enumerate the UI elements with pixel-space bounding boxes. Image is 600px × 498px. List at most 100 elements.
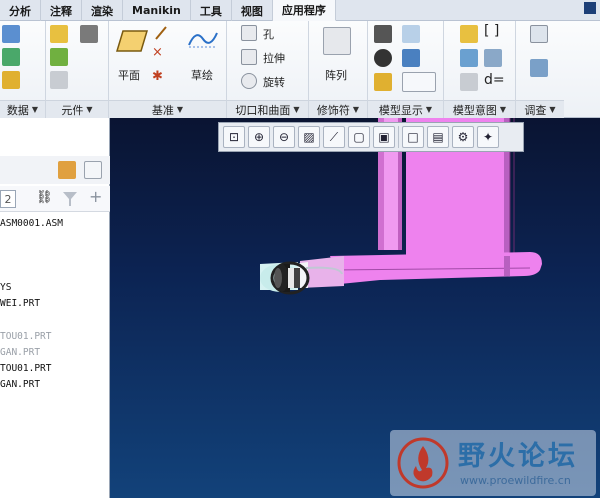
tab-applications[interactable]: 应用程序 bbox=[272, 0, 336, 21]
hole-label[interactable]: 孔 bbox=[263, 26, 274, 42]
group-component: 元件 ▼ bbox=[46, 21, 109, 118]
chart-icon[interactable] bbox=[374, 73, 392, 91]
tree-item[interactable]: TOU01.PRT bbox=[0, 331, 51, 342]
graphics-viewport[interactable]: ⊡ ⊕ ⊖ ▨ ⟋ ▢ ▣ □ ▤ ⚙ ✦ 野火论坛 www.proewildf… bbox=[110, 118, 600, 498]
switch-dimensions-icon[interactable] bbox=[484, 49, 502, 67]
group-cut-surface: 孔 拉伸 旋转 切口和曲面 ▼ bbox=[227, 21, 309, 118]
family-table-icon[interactable] bbox=[460, 25, 478, 43]
tree-view-icon[interactable] bbox=[84, 161, 102, 179]
hole-icon[interactable] bbox=[241, 25, 257, 41]
datum-point-icon[interactable]: × bbox=[152, 45, 163, 60]
sketch-icon[interactable] bbox=[187, 27, 219, 49]
dropdown-caret-icon: ▼ bbox=[352, 105, 360, 114]
dropdown-caret-icon: ▼ bbox=[31, 105, 39, 114]
group-label-modifiers[interactable]: 修饰符 ▼ bbox=[309, 100, 367, 118]
parameters-icon[interactable]: [ ] bbox=[484, 23, 499, 39]
toolbar-separator bbox=[398, 126, 399, 148]
datum-axis-icon[interactable] bbox=[153, 25, 169, 41]
window-corner-icon[interactable] bbox=[584, 2, 596, 14]
repaint-icon[interactable]: ▨ bbox=[298, 126, 320, 148]
tree-item[interactable]: GAN.PRT bbox=[0, 347, 40, 358]
table-icon[interactable] bbox=[460, 73, 478, 91]
datum-csys-icon[interactable]: ✱ bbox=[152, 69, 163, 84]
ribbon: 数据 ▼ 元件 ▼ 平面 × ✱ 草绘 基准 ▼ 孔 拉伸 旋转 切口和曲面 ▼… bbox=[0, 21, 600, 118]
tree-settings-icon[interactable] bbox=[58, 161, 76, 179]
group-label-component[interactable]: 元件 ▼ bbox=[46, 100, 108, 118]
info-icon[interactable] bbox=[530, 25, 548, 43]
group-label-investigate[interactable]: 调查 ▼ bbox=[516, 100, 564, 118]
datum-display-icon[interactable]: ⟋ bbox=[323, 126, 345, 148]
regenerate-icon[interactable] bbox=[50, 71, 68, 89]
tree-toolbar bbox=[0, 156, 110, 184]
pattern-label[interactable]: 阵列 bbox=[325, 67, 347, 83]
dropdown-caret-icon: ▼ bbox=[425, 105, 433, 114]
dropdown-caret-icon: ▼ bbox=[176, 105, 184, 114]
group-label-datum[interactable]: 基准 ▼ bbox=[109, 100, 226, 118]
group-label-model-display[interactable]: 模型显示 ▼ bbox=[368, 100, 443, 118]
tab-annotate[interactable]: 注释 bbox=[41, 0, 82, 21]
dimension-equals-icon[interactable]: d= bbox=[484, 72, 505, 88]
tree-item[interactable]: GAN.PRT bbox=[0, 379, 40, 390]
perspective-icon[interactable] bbox=[402, 49, 420, 67]
spin-center-icon[interactable]: ✦ bbox=[477, 126, 499, 148]
zoom-in-icon[interactable]: ⊕ bbox=[248, 126, 270, 148]
datum-plane-label[interactable]: 平面 bbox=[118, 67, 140, 83]
sketch-label[interactable]: 草绘 bbox=[191, 67, 213, 83]
forum-watermark: 野火论坛 www.proewildfire.cn bbox=[390, 430, 596, 496]
dropdown-caret-icon: ▼ bbox=[86, 105, 93, 114]
reference-viewer-icon[interactable] bbox=[530, 59, 548, 77]
watermark-url: www.proewildfire.cn bbox=[460, 474, 571, 487]
filter-icon[interactable] bbox=[62, 191, 78, 207]
relations-icon[interactable] bbox=[460, 49, 478, 67]
display-style-icon[interactable]: □ bbox=[402, 126, 424, 148]
group-label-data[interactable]: 数据 ▼ bbox=[0, 100, 45, 118]
tree-filter-bar: 2 ⛓ + bbox=[0, 186, 110, 212]
tab-tools[interactable]: 工具 bbox=[191, 0, 232, 21]
tree-item[interactable]: TOU01.PRT bbox=[0, 363, 51, 374]
saved-orientations-icon[interactable]: ▣ bbox=[373, 126, 395, 148]
revolve-icon[interactable] bbox=[241, 73, 257, 89]
component-assemble-icon[interactable] bbox=[50, 25, 68, 43]
group-label-model-intent[interactable]: 模型意图 ▼ bbox=[444, 100, 515, 118]
tab-manikin[interactable]: Manikin bbox=[123, 0, 191, 21]
watermark-title: 野火论坛 bbox=[458, 441, 578, 472]
group-model-intent: [ ] d= 模型意图 ▼ bbox=[444, 21, 516, 118]
tab-analysis[interactable]: 分析 bbox=[0, 0, 41, 21]
find-icon[interactable]: ⛓ bbox=[36, 190, 53, 205]
group-model-display: 模型显示 ▼ bbox=[368, 21, 444, 118]
data-icon-3[interactable] bbox=[2, 71, 20, 89]
camera-icon[interactable] bbox=[374, 25, 392, 43]
view-orientation-dropdown[interactable] bbox=[402, 72, 436, 92]
hand-drag-icon[interactable] bbox=[80, 25, 98, 43]
zoom-fit-icon[interactable]: ⊡ bbox=[223, 126, 245, 148]
tab-render[interactable]: 渲染 bbox=[82, 0, 123, 21]
add-icon[interactable]: + bbox=[89, 187, 102, 206]
annotation-display-icon[interactable]: ⚙ bbox=[452, 126, 474, 148]
appearance-icon[interactable] bbox=[374, 49, 392, 67]
group-data: 数据 ▼ bbox=[0, 21, 46, 118]
model-tree-panel: 2 ⛓ + ASM0001.ASM YS WEI.PRT TOU01.PRT G… bbox=[0, 118, 110, 498]
component-create-icon[interactable] bbox=[50, 48, 68, 66]
group-modifiers: 阵列 修饰符 ▼ bbox=[309, 21, 368, 118]
revolve-label[interactable]: 旋转 bbox=[263, 74, 285, 90]
named-views-icon[interactable]: ▢ bbox=[348, 126, 370, 148]
data-icon-2[interactable] bbox=[2, 48, 20, 66]
section-icon[interactable]: ▤ bbox=[427, 126, 449, 148]
dropdown-caret-icon: ▼ bbox=[549, 105, 556, 114]
flame-logo-icon bbox=[397, 437, 449, 489]
view-toolbar: ⊡ ⊕ ⊖ ▨ ⟋ ▢ ▣ □ ▤ ⚙ ✦ bbox=[218, 122, 524, 152]
pattern-icon[interactable] bbox=[323, 27, 351, 55]
extrude-label[interactable]: 拉伸 bbox=[263, 50, 285, 66]
extrude-icon[interactable] bbox=[241, 49, 257, 65]
data-icon-1[interactable] bbox=[2, 25, 20, 43]
group-label-cut-surface[interactable]: 切口和曲面 ▼ bbox=[227, 100, 308, 118]
tree-item[interactable]: WEI.PRT bbox=[0, 298, 40, 309]
tree-item[interactable]: ASM0001.ASM bbox=[0, 218, 63, 229]
zoom-out-icon[interactable]: ⊖ bbox=[273, 126, 295, 148]
datum-plane-icon[interactable] bbox=[115, 29, 149, 53]
dropdown-caret-icon: ▼ bbox=[499, 105, 507, 114]
display-style-icon[interactable] bbox=[402, 25, 420, 43]
tree-level-field[interactable]: 2 bbox=[0, 190, 16, 208]
tree-item[interactable]: YS bbox=[0, 282, 11, 293]
tab-view[interactable]: 视图 bbox=[232, 0, 273, 21]
